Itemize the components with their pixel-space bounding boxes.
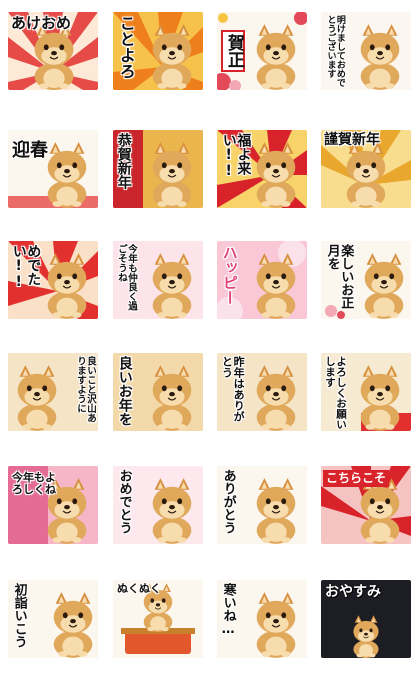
sticker-grid: あけおめ ことよろ 賀正 明けましておめでとうございます 迎春 恭賀新年 福よ来… [0,0,420,673]
sticker-caption: あけおめ [11,14,72,32]
shiba-dog-icon [47,252,87,319]
sticker-caption: 賀正 [221,30,245,72]
shiba-dog-icon [152,252,192,319]
sticker-akeome[interactable]: あけおめ [8,12,98,90]
sticker-caption: 今年も仲良く過ごそうね [115,244,137,311]
sticker-hatsumoude[interactable]: 初詣いこう [8,580,98,658]
shiba-dog-icon [256,141,296,208]
sticker-caption: 今年もよろしくね [12,471,56,496]
shiba-dog-icon [256,252,296,319]
sticker-caption: 楽しいお正月を [324,244,354,309]
sticker-omedetou[interactable]: おめでとう [113,466,203,544]
shiba-dog-icon [33,23,75,90]
sticker-caption: 迎春 [12,140,48,161]
sticker-kotoyoro[interactable]: ことよろ [113,12,203,90]
sticker-caption: よろしくお願いします [324,356,348,430]
shiba-dog-icon [256,477,296,544]
sticker-caption: ぬくぬく [117,582,161,595]
sticker-caption: めでたい!! [10,244,42,290]
sticker-kochirakoso[interactable]: こちらこそ [321,466,411,544]
sticker-caption: 昨年はありがとう [220,356,246,422]
sticker-yoroshiku[interactable]: よろしくお願いします [321,353,411,431]
sticker-caption: 良いこと沢山ありますように [75,356,96,423]
shiba-dog-icon [364,252,404,319]
sticker-caption: 恭賀新年 [115,133,132,189]
sticker-yoi-otoshi[interactable]: 良いお年を [113,353,203,431]
sticker-yoikoto[interactable]: 良いこと沢山ありますように [8,353,98,431]
sticker-samui-ne[interactable]: 寒いね… [217,580,307,658]
sticker-nakayoku[interactable]: 今年も仲良く過ごそうね [113,241,203,319]
sticker-tanoshii[interactable]: 楽しいお正月を [321,241,411,319]
sticker-caption: ありがとう [220,469,236,534]
sticker-caption: 福よ来い!! [220,133,252,179]
sticker-caption: 初詣いこう [11,583,27,648]
sticker-caption: おやすみ [325,584,381,600]
sticker-gasho[interactable]: 賀正 [217,12,307,90]
sticker-caption: 良いお年を [116,356,133,426]
sticker-caption: こちらこそ [323,470,390,487]
sticker-caption: おめでとう [116,469,132,534]
sticker-caption: ハッピー [220,245,239,305]
sticker-kyoga-shinnen[interactable]: 恭賀新年 [113,130,203,208]
shiba-dog-icon [17,364,57,431]
shiba-dog-icon [256,23,296,90]
sticker-geishun[interactable]: 迎春 [8,130,98,208]
shiba-dog-icon [152,23,192,90]
shiba-dog-icon [353,614,379,658]
shiba-dog-icon [152,477,192,544]
sticker-akemashite[interactable]: 明けましておめでとうございます [321,12,411,90]
shiba-dog-icon [53,591,93,658]
shiba-dog-icon [152,141,192,208]
shiba-dog-icon [256,364,296,431]
sticker-kinga-shinnen[interactable]: 謹賀新年 [321,130,411,208]
sticker-caption: ことよろ [116,15,136,79]
sticker-happy[interactable]: ハッピー [217,241,307,319]
sticker-caption: 寒いね… [220,583,236,637]
sticker-nukunuku[interactable]: ぬくぬく [113,580,203,658]
sticker-caption: 謹賀新年 [324,132,380,148]
shiba-dog-icon [346,141,386,208]
sticker-arigatou[interactable]: ありがとう [217,466,307,544]
shiba-dog-icon [256,591,296,658]
shiba-dog-icon [360,23,400,90]
sticker-caption: 明けましておめでとうございます [325,15,345,87]
shiba-dog-icon [360,364,400,431]
sticker-oyasumi[interactable]: おやすみ [321,580,411,658]
sticker-kotoshimo[interactable]: 今年もよろしくね [8,466,98,544]
sticker-sakunen[interactable]: 昨年はありがとう [217,353,307,431]
sticker-medetai[interactable]: めでたい!! [8,241,98,319]
shiba-dog-icon [152,364,192,431]
sticker-fuku-yo-koi[interactable]: 福よ来い!! [217,130,307,208]
